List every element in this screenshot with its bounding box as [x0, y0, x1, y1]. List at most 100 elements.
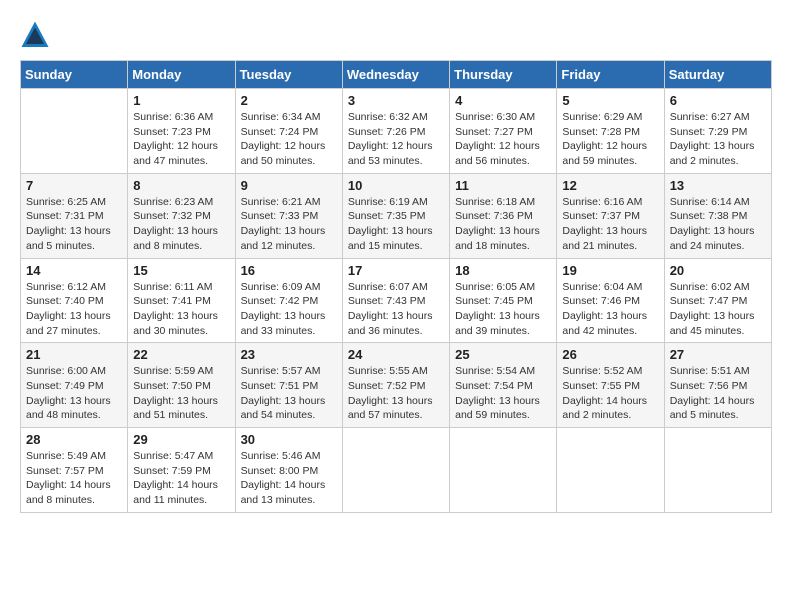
weekday-header-monday: Monday	[128, 61, 235, 89]
day-number: 10	[348, 178, 444, 193]
day-number: 27	[670, 347, 766, 362]
calendar-cell: 30Sunrise: 5:46 AMSunset: 8:00 PMDayligh…	[235, 428, 342, 513]
weekday-header-row: SundayMondayTuesdayWednesdayThursdayFrid…	[21, 61, 772, 89]
day-number: 15	[133, 263, 229, 278]
day-number: 16	[241, 263, 337, 278]
day-info: Sunrise: 6:02 AMSunset: 7:47 PMDaylight:…	[670, 280, 766, 339]
day-info: Sunrise: 5:57 AMSunset: 7:51 PMDaylight:…	[241, 364, 337, 423]
day-number: 28	[26, 432, 122, 447]
calendar-cell: 23Sunrise: 5:57 AMSunset: 7:51 PMDayligh…	[235, 343, 342, 428]
day-info: Sunrise: 6:12 AMSunset: 7:40 PMDaylight:…	[26, 280, 122, 339]
weekday-header-friday: Friday	[557, 61, 664, 89]
day-number: 2	[241, 93, 337, 108]
day-number: 3	[348, 93, 444, 108]
day-number: 1	[133, 93, 229, 108]
day-number: 25	[455, 347, 551, 362]
day-info: Sunrise: 6:16 AMSunset: 7:37 PMDaylight:…	[562, 195, 658, 254]
calendar-week-row: 1 Sunrise: 6:36 AMSunset: 7:23 PMDaylight…	[21, 89, 772, 174]
day-info: Sunrise: 6:25 AMSunset: 7:31 PMDaylight:…	[26, 195, 122, 254]
day-info: Sunrise: 5:52 AMSunset: 7:55 PMDaylight:…	[562, 364, 658, 423]
day-number: 13	[670, 178, 766, 193]
day-info: Sunrise: 6:27 AMSunset: 7:29 PMDaylight:…	[670, 110, 766, 169]
logo-icon	[20, 20, 50, 50]
day-info: Sunrise: 5:51 AMSunset: 7:56 PMDaylight:…	[670, 364, 766, 423]
calendar-cell: 5Sunrise: 6:29 AMSunset: 7:28 PMDaylight…	[557, 89, 664, 174]
calendar-cell: 14 Sunrise: 6:12 AMSunset: 7:40 PMDayligh…	[21, 258, 128, 343]
day-info: Sunrise: 6:04 AMSunset: 7:46 PMDaylight:…	[562, 280, 658, 339]
calendar-cell: 3 Sunrise: 6:32 AMSunset: 7:26 PMDaylight…	[342, 89, 449, 174]
day-info: Sunrise: 5:55 AMSunset: 7:52 PMDaylight:…	[348, 364, 444, 423]
weekday-header-saturday: Saturday	[664, 61, 771, 89]
day-info: Sunrise: 6:23 AMSunset: 7:32 PMDaylight:…	[133, 195, 229, 254]
day-number: 21	[26, 347, 122, 362]
calendar-cell: 16 Sunrise: 6:09 AMSunset: 7:42 PMDayligh…	[235, 258, 342, 343]
logo	[20, 20, 54, 50]
calendar-cell: 20 Sunrise: 6:02 AMSunset: 7:47 PMDayligh…	[664, 258, 771, 343]
calendar-cell	[557, 428, 664, 513]
day-info: Sunrise: 5:54 AMSunset: 7:54 PMDaylight:…	[455, 364, 551, 423]
calendar-cell	[664, 428, 771, 513]
calendar-cell: 21 Sunrise: 6:00 AMSunset: 7:49 PMDayligh…	[21, 343, 128, 428]
day-info: Sunrise: 6:30 AMSunset: 7:27 PMDaylight:…	[455, 110, 551, 169]
day-info: Sunrise: 6:07 AMSunset: 7:43 PMDaylight:…	[348, 280, 444, 339]
day-number: 24	[348, 347, 444, 362]
day-info: Sunrise: 6:21 AMSunset: 7:33 PMDaylight:…	[241, 195, 337, 254]
calendar-cell: 8 Sunrise: 6:23 AMSunset: 7:32 PMDaylight…	[128, 173, 235, 258]
calendar-week-row: 14 Sunrise: 6:12 AMSunset: 7:40 PMDayligh…	[21, 258, 772, 343]
calendar-cell	[450, 428, 557, 513]
calendar-table: SundayMondayTuesdayWednesdayThursdayFrid…	[20, 60, 772, 513]
day-info: Sunrise: 6:19 AMSunset: 7:35 PMDaylight:…	[348, 195, 444, 254]
calendar-cell: 13 Sunrise: 6:14 AMSunset: 7:38 PMDayligh…	[664, 173, 771, 258]
calendar-cell: 9 Sunrise: 6:21 AMSunset: 7:33 PMDaylight…	[235, 173, 342, 258]
day-info: Sunrise: 6:18 AMSunset: 7:36 PMDaylight:…	[455, 195, 551, 254]
calendar-cell: 22 Sunrise: 5:59 AMSunset: 7:50 PMDayligh…	[128, 343, 235, 428]
weekday-header-wednesday: Wednesday	[342, 61, 449, 89]
calendar-week-row: 21 Sunrise: 6:00 AMSunset: 7:49 PMDayligh…	[21, 343, 772, 428]
calendar-cell: 7 Sunrise: 6:25 AMSunset: 7:31 PMDaylight…	[21, 173, 128, 258]
day-number: 4	[455, 93, 551, 108]
calendar-cell: 18 Sunrise: 6:05 AMSunset: 7:45 PMDayligh…	[450, 258, 557, 343]
day-number: 5	[562, 93, 658, 108]
day-info: Sunrise: 6:11 AMSunset: 7:41 PMDaylight:…	[133, 280, 229, 339]
day-info: Sunrise: 6:36 AMSunset: 7:23 PMDaylight:…	[133, 110, 229, 169]
day-number: 12	[562, 178, 658, 193]
day-info: Sunrise: 6:32 AMSunset: 7:26 PMDaylight:…	[348, 110, 444, 169]
day-info: Sunrise: 6:05 AMSunset: 7:45 PMDaylight:…	[455, 280, 551, 339]
day-info: Sunrise: 6:09 AMSunset: 7:42 PMDaylight:…	[241, 280, 337, 339]
calendar-cell: 15 Sunrise: 6:11 AMSunset: 7:41 PMDayligh…	[128, 258, 235, 343]
day-number: 6	[670, 93, 766, 108]
day-number: 19	[562, 263, 658, 278]
calendar-cell: 12 Sunrise: 6:16 AMSunset: 7:37 PMDayligh…	[557, 173, 664, 258]
calendar-cell: 17 Sunrise: 6:07 AMSunset: 7:43 PMDayligh…	[342, 258, 449, 343]
day-number: 11	[455, 178, 551, 193]
calendar-cell: 4 Sunrise: 6:30 AMSunset: 7:27 PMDaylight…	[450, 89, 557, 174]
day-number: 9	[241, 178, 337, 193]
calendar-cell: 10 Sunrise: 6:19 AMSunset: 7:35 PMDayligh…	[342, 173, 449, 258]
day-number: 29	[133, 432, 229, 447]
calendar-cell: 27 Sunrise: 5:51 AMSunset: 7:56 PMDayligh…	[664, 343, 771, 428]
day-number: 22	[133, 347, 229, 362]
calendar-week-row: 7 Sunrise: 6:25 AMSunset: 7:31 PMDaylight…	[21, 173, 772, 258]
calendar-cell: 29Sunrise: 5:47 AMSunset: 7:59 PMDayligh…	[128, 428, 235, 513]
calendar-week-row: 28 Sunrise: 5:49 AMSunset: 7:57 PMDayligh…	[21, 428, 772, 513]
calendar-header: SundayMondayTuesdayWednesdayThursdayFrid…	[21, 61, 772, 89]
day-info: Sunrise: 6:00 AMSunset: 7:49 PMDaylight:…	[26, 364, 122, 423]
calendar-cell: 6 Sunrise: 6:27 AMSunset: 7:29 PMDaylight…	[664, 89, 771, 174]
weekday-header-thursday: Thursday	[450, 61, 557, 89]
day-number: 30	[241, 432, 337, 447]
calendar-cell	[21, 89, 128, 174]
weekday-header-tuesday: Tuesday	[235, 61, 342, 89]
calendar-cell: 19 Sunrise: 6:04 AMSunset: 7:46 PMDayligh…	[557, 258, 664, 343]
day-info: Sunrise: 5:59 AMSunset: 7:50 PMDaylight:…	[133, 364, 229, 423]
calendar-cell: 11 Sunrise: 6:18 AMSunset: 7:36 PMDayligh…	[450, 173, 557, 258]
day-number: 18	[455, 263, 551, 278]
day-info: Sunrise: 5:49 AMSunset: 7:57 PMDaylight:…	[26, 449, 122, 508]
day-number: 20	[670, 263, 766, 278]
calendar-cell: 24 Sunrise: 5:55 AMSunset: 7:52 PMDayligh…	[342, 343, 449, 428]
day-info: Sunrise: 6:14 AMSunset: 7:38 PMDaylight:…	[670, 195, 766, 254]
day-number: 7	[26, 178, 122, 193]
calendar-cell	[342, 428, 449, 513]
day-number: 17	[348, 263, 444, 278]
day-number: 14	[26, 263, 122, 278]
day-number: 8	[133, 178, 229, 193]
